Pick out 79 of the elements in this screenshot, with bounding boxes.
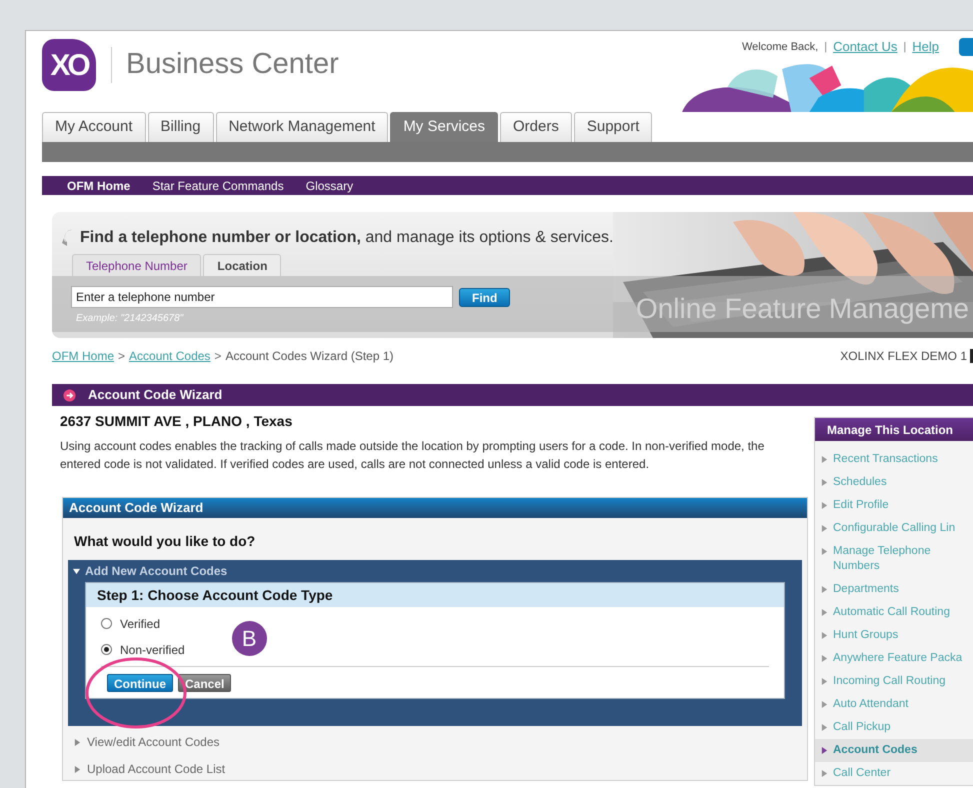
caret-icon (821, 479, 828, 486)
breadcrumb-current: Account Codes Wizard (Step 1) (225, 348, 394, 365)
caret-icon (821, 525, 828, 532)
section-toggle[interactable]: View/edit Account Codes (87, 733, 220, 751)
caret-icon (821, 724, 828, 731)
telephone-input[interactable]: Enter a telephone number (71, 286, 453, 308)
nav-tab[interactable]: My Account (42, 112, 146, 142)
sidebar-item[interactable]: Incoming Call Routing (815, 670, 973, 693)
sidebar-item[interactable]: Schedules (815, 471, 973, 494)
nav-tab[interactable]: My Services (390, 112, 498, 142)
separator: | (824, 40, 828, 54)
caret-icon (73, 568, 80, 574)
section-toggle[interactable]: Upload Account Code List (87, 760, 226, 778)
sub-nav-link[interactable]: OFM Home (67, 176, 130, 194)
sidebar-item[interactable]: Call Pickup (815, 716, 973, 739)
sidebar-item[interactable]: Recent Transactions (815, 448, 973, 471)
breadcrumb-link[interactable]: OFM Home (52, 347, 114, 365)
contact-link[interactable]: Contact Us (833, 37, 898, 56)
radio-button[interactable] (101, 644, 112, 655)
sidebar-item[interactable]: Call Center (815, 762, 973, 785)
search-heading: Find a telephone number or location, and manage its options & services. (80, 228, 614, 248)
search-tab[interactable]: Location (203, 254, 282, 276)
radio-label: Verified (120, 616, 160, 632)
separator: | (903, 40, 906, 54)
sub-nav-link[interactable]: Star Feature Commands (152, 176, 284, 194)
caret-icon (821, 548, 828, 555)
logo: XO (42, 39, 96, 91)
sub-nav-link[interactable]: Glossary (306, 176, 354, 194)
caret-icon (821, 770, 828, 777)
sign-out-button[interactable] (959, 38, 973, 56)
breadcrumb-link[interactable]: Account Codes (129, 347, 210, 365)
welcome-text: Welcome Back, (742, 40, 818, 54)
sidebar-title: Manage This Location (815, 418, 973, 441)
section-toggle[interactable]: Add New Account Codes (85, 562, 228, 580)
caret-icon (821, 502, 828, 509)
caret-icon (821, 655, 828, 662)
caret-icon (74, 738, 81, 746)
sidebar-item[interactable]: Departments (815, 578, 973, 601)
cancel-button[interactable]: Cancel (178, 674, 232, 692)
panel-title: Account Code Wizard (88, 386, 222, 404)
sidebar-item[interactable]: Configurable Calling Lin (815, 517, 973, 540)
caret-icon (821, 609, 828, 616)
sidebar-item[interactable]: Auto Attendant (815, 693, 973, 716)
brand-title: Business Center (126, 47, 339, 82)
caret-icon (821, 586, 828, 593)
step-title: Step 1: Choose Account Code Type (86, 583, 784, 607)
caret-icon (821, 678, 828, 685)
nav-tab[interactable]: Billing (148, 112, 214, 142)
sidebar-item[interactable]: Hunt Groups (815, 624, 973, 647)
caret-icon (821, 456, 828, 463)
location-address: 2637 SUMMIT AVE , PLANO , Texas (60, 412, 294, 431)
radio-label: Non-verified (120, 642, 185, 658)
help-link[interactable]: Help (912, 37, 939, 56)
sidebar-item[interactable]: Automatic Call Routing (815, 601, 973, 624)
nav-tab[interactable]: Orders (500, 112, 572, 142)
find-button[interactable]: Find (459, 288, 510, 306)
continue-button[interactable]: Continue (107, 674, 173, 692)
caret-icon (821, 747, 828, 754)
nav-tab[interactable]: Network Management (216, 112, 388, 142)
caret-icon (821, 632, 828, 639)
example-text: Example: "2142345678" (76, 312, 184, 326)
banner-title: Online Feature Manageme (636, 293, 969, 324)
wizard-header: Account Code Wizard (63, 498, 807, 518)
arrow-circle-icon (63, 388, 76, 402)
breadcrumb-separator: > (118, 348, 126, 365)
sidebar-item[interactable]: Account Codes (815, 739, 973, 762)
breadcrumb-separator: > (214, 348, 222, 365)
search-tab[interactable]: Telephone Number (72, 254, 202, 276)
sidebar-item[interactable]: Anywhere Feature Packa (815, 647, 973, 670)
annotation-badge: B (232, 621, 267, 656)
sidebar-item[interactable]: Edit Profile (815, 494, 973, 517)
caret-icon (821, 701, 828, 708)
sidebar-item[interactable]: Manage Telephone Numbers (815, 540, 973, 578)
description-text: Using account codes enables the tracking of calls made outside the location by prompting users for a code. In non-verified mode, the entered code is not validated. If verified codes are used, calls are not connected unless a valid code is entered. (60, 438, 766, 473)
caret-icon (74, 766, 81, 772)
wizard-question: What would you like to do? (73, 532, 256, 551)
account-name: XOLINX FLEX DEMO 1 (840, 348, 967, 365)
nav-tab[interactable]: Support (574, 112, 652, 142)
radio-button[interactable] (101, 618, 112, 629)
